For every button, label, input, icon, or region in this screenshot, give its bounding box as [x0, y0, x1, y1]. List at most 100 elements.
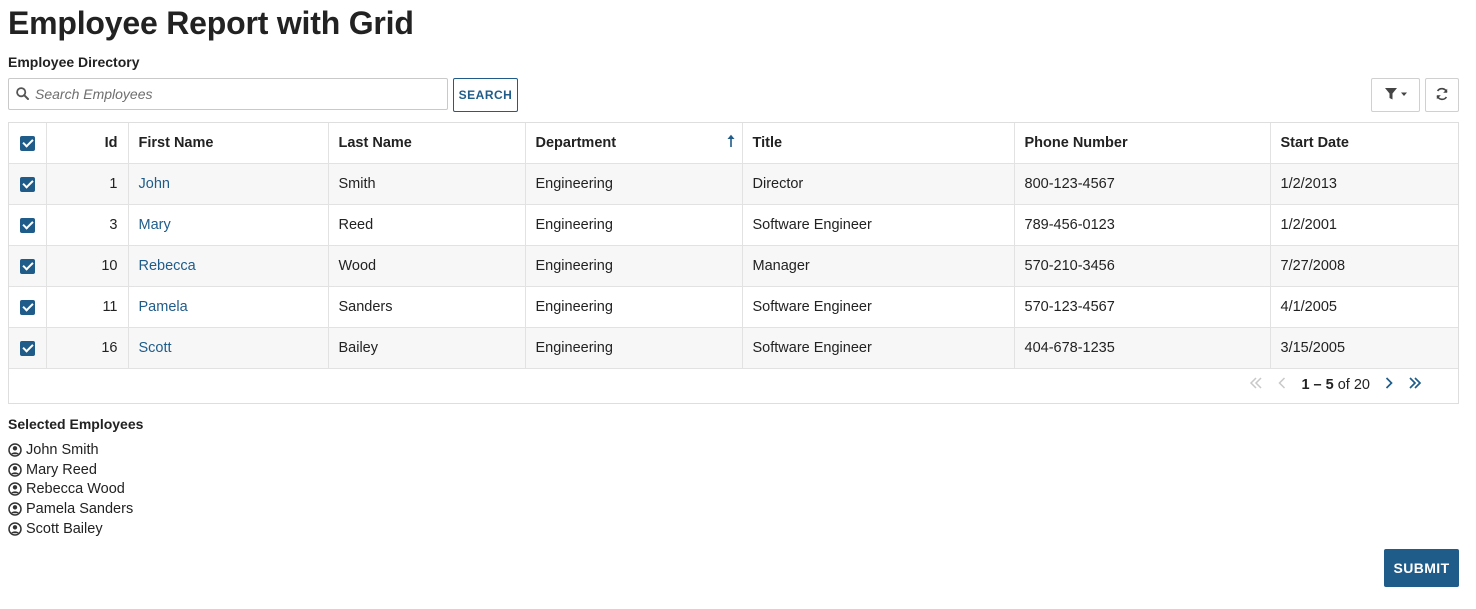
title-cell: Software Engineer [742, 286, 1015, 328]
selected-employees-label: Selected Employees [8, 416, 144, 432]
page-range-current: 1 – 5 [1301, 377, 1334, 393]
column-header-start-date[interactable]: Start Date [1270, 123, 1458, 164]
first-name-cell: Mary [128, 204, 329, 246]
selected-employee-name: Scott Bailey [26, 520, 103, 537]
list-item: Mary Reed [8, 460, 133, 480]
search-input[interactable] [35, 79, 435, 109]
page-title: Employee Report with Grid [8, 5, 414, 41]
phone-cell: 404-678-1235 [1014, 327, 1271, 369]
id-cell: 10 [46, 245, 129, 287]
column-header-title[interactable]: Title [742, 123, 1015, 164]
selected-employee-name: Mary Reed [26, 461, 97, 478]
submit-button[interactable]: SUBMIT [1384, 549, 1459, 587]
phone-cell: 570-210-3456 [1014, 245, 1271, 287]
row-select-cell [9, 327, 47, 369]
department-cell: Engineering [525, 286, 743, 328]
column-header-id[interactable]: Id [46, 123, 129, 164]
table-row[interactable]: 11 Pamela Sanders Engineering Software E… [9, 286, 1458, 328]
chevron-left-icon [1277, 376, 1287, 394]
list-item: Scott Bailey [8, 519, 133, 539]
column-header-first-name[interactable]: First Name [128, 123, 329, 164]
last-name-cell: Wood [328, 245, 526, 287]
first-name-cell: John [128, 163, 329, 205]
sort-ascending-icon [726, 134, 736, 152]
employee-link[interactable]: Scott [139, 340, 172, 356]
selected-employee-name: Rebecca Wood [26, 481, 125, 498]
id-cell: 3 [46, 204, 129, 246]
start-date-cell: 1/2/2001 [1270, 204, 1458, 246]
page-range: 1 – 5 of 20 [1295, 377, 1376, 393]
id-cell: 11 [46, 286, 129, 328]
row-checkbox[interactable] [19, 258, 35, 274]
select-all-checkbox[interactable] [19, 135, 35, 151]
department-cell: Engineering [525, 163, 743, 205]
row-select-cell [9, 204, 47, 246]
first-name-cell: Pamela [128, 286, 329, 328]
first-name-cell: Scott [128, 327, 329, 369]
filter-icon [1384, 87, 1408, 104]
header-row: Id First Name Last Name Department Title… [9, 123, 1458, 164]
row-checkbox[interactable] [19, 340, 35, 356]
next-page-button[interactable] [1376, 375, 1402, 395]
title-cell: Software Engineer [742, 204, 1015, 246]
filter-button[interactable] [1371, 78, 1420, 112]
selected-employees-list: John Smith Mary Reed Rebecca Wood Pamela… [8, 440, 133, 538]
user-circle-icon [8, 462, 22, 477]
double-chevron-left-icon [1249, 376, 1263, 394]
row-select-cell [9, 286, 47, 328]
refresh-button[interactable] [1425, 78, 1459, 112]
select-all-cell [9, 123, 47, 164]
last-name-cell: Reed [328, 204, 526, 246]
employee-grid: Id First Name Last Name Department Title… [8, 122, 1459, 404]
last-name-cell: Sanders [328, 286, 526, 328]
column-header-department[interactable]: Department [525, 123, 743, 164]
column-header-phone-number[interactable]: Phone Number [1014, 123, 1271, 164]
first-page-button[interactable] [1243, 375, 1269, 395]
selected-employee-name: Pamela Sanders [26, 500, 134, 517]
title-cell: Software Engineer [742, 327, 1015, 369]
refresh-icon [1435, 87, 1449, 104]
department-cell: Engineering [525, 245, 743, 287]
pagination: 1 – 5 of 20 [1243, 375, 1428, 395]
column-header-last-name[interactable]: Last Name [328, 123, 526, 164]
page-range-total: 20 [1353, 377, 1370, 393]
table-row[interactable]: 3 Mary Reed Engineering Software Enginee… [9, 204, 1458, 246]
list-item: Pamela Sanders [8, 499, 133, 519]
last-name-cell: Bailey [328, 327, 526, 369]
search-box[interactable] [8, 78, 448, 110]
employee-link[interactable]: John [139, 176, 170, 192]
chevron-right-icon [1384, 376, 1394, 394]
id-cell: 16 [46, 327, 129, 369]
double-chevron-right-icon [1408, 376, 1422, 394]
employee-link[interactable]: Mary [139, 217, 171, 233]
start-date-cell: 7/27/2008 [1270, 245, 1458, 287]
employee-link[interactable]: Rebecca [139, 258, 196, 274]
user-circle-icon [8, 482, 22, 496]
search-button[interactable]: SEARCH [453, 78, 518, 112]
title-cell: Manager [742, 245, 1015, 287]
table-row[interactable]: 10 Rebecca Wood Engineering Manager 570-… [9, 245, 1458, 287]
row-checkbox[interactable] [19, 217, 35, 233]
previous-page-button[interactable] [1269, 375, 1295, 395]
row-checkbox[interactable] [19, 299, 35, 315]
directory-label: Employee Directory [8, 54, 140, 70]
list-item: Rebecca Wood [8, 479, 133, 499]
table-row[interactable]: 1 John Smith Engineering Director 800-12… [9, 163, 1458, 205]
start-date-cell: 3/15/2005 [1270, 327, 1458, 369]
page-range-of: of [1337, 377, 1350, 393]
employee-link[interactable]: Pamela [139, 299, 188, 315]
start-date-cell: 4/1/2005 [1270, 286, 1458, 328]
search-icon [16, 87, 29, 105]
user-circle-icon [8, 443, 22, 457]
user-circle-icon [8, 521, 22, 536]
table-row[interactable]: 16 Scott Bailey Engineering Software Eng… [9, 327, 1458, 369]
department-cell: Engineering [525, 327, 743, 369]
department-header-label: Department [535, 135, 617, 151]
user-circle-icon [8, 502, 22, 516]
last-page-button[interactable] [1402, 375, 1428, 395]
title-cell: Director [742, 163, 1015, 205]
last-name-cell: Smith [328, 163, 526, 205]
row-checkbox[interactable] [19, 176, 35, 192]
selected-employee-name: John Smith [26, 441, 99, 458]
department-cell: Engineering [525, 204, 743, 246]
